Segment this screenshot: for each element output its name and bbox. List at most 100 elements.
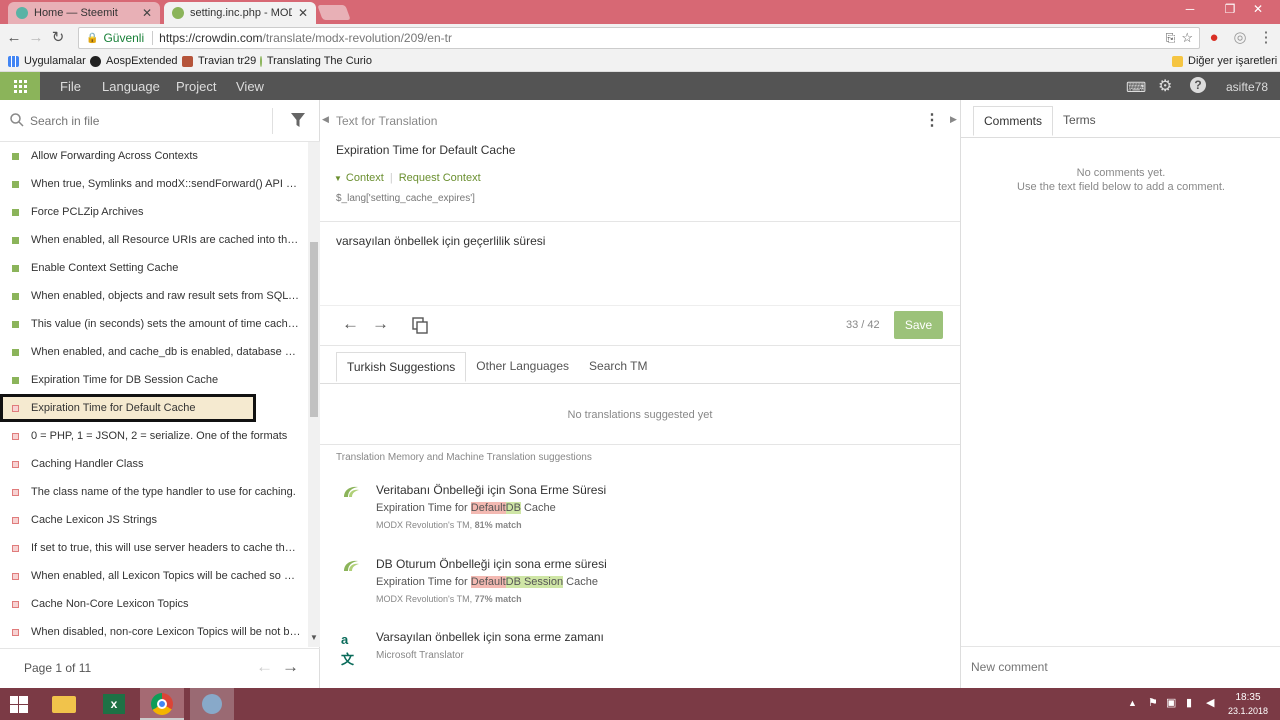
suggestion-origin: MODX Revolution's TM, 77% match <box>376 594 522 604</box>
comment-tabs: Comments Terms <box>973 106 1106 136</box>
request-context-link[interactable]: Request Context <box>399 172 481 184</box>
taskbar-chrome[interactable] <box>140 688 184 720</box>
menu-file[interactable]: File <box>60 79 81 94</box>
suggestion-tabs: Turkish Suggestions Other Languages Sear… <box>336 352 658 382</box>
tab-comments[interactable]: Comments <box>973 106 1054 136</box>
collapse-left-icon[interactable]: ◀ <box>322 114 329 125</box>
list-item[interactable]: 0 = PHP, 1 = JSON, 2 = serialize. One of… <box>0 422 306 450</box>
tab-terms[interactable]: Terms <box>1053 106 1106 136</box>
new-tab-button[interactable] <box>317 5 351 20</box>
list-item[interactable]: Caching Handler Class <box>0 450 306 478</box>
browser-tab-steemit[interactable]: Home — Steemit ✕ <box>8 2 160 24</box>
list-item[interactable]: Enable Context Setting Cache <box>0 254 306 282</box>
taskbar-excel[interactable]: x <box>92 688 136 720</box>
menu-icon[interactable]: ⋮ <box>1258 30 1274 46</box>
reload-icon[interactable]: ↻ <box>50 30 66 46</box>
extension-icon[interactable]: ● <box>1206 30 1222 46</box>
browser-tab-crowdin[interactable]: setting.inc.php - MODX ✕ <box>164 2 316 24</box>
save-button[interactable]: Save <box>894 311 943 339</box>
star-icon[interactable]: ☆ <box>1181 30 1193 46</box>
filter-icon[interactable] <box>290 112 306 128</box>
volume-icon[interactable]: ◀ <box>1206 696 1214 709</box>
list-item[interactable]: Cache Non-Core Lexicon Topics <box>0 590 306 618</box>
list-item[interactable]: This value (in seconds) sets the amount … <box>0 310 306 338</box>
translate-icon[interactable]: ⎘ <box>1166 31 1176 46</box>
list-item[interactable]: The class name of the type handler to us… <box>0 478 306 506</box>
bookmark-aospextended[interactable]: AospExtended <box>90 55 178 67</box>
list-item[interactable]: When enabled, and cache_db is enabled, d… <box>0 338 306 366</box>
network-icon[interactable]: ▮ <box>1186 696 1192 709</box>
list-item[interactable]: When enabled, objects and raw result set… <box>0 282 306 310</box>
new-comment-input[interactable] <box>971 656 1271 678</box>
help-icon[interactable]: ? <box>1190 77 1206 93</box>
list-item-text: When enabled, all Lexicon Topics will be… <box>31 570 301 582</box>
tray-device-icon[interactable]: ▣ <box>1166 696 1176 709</box>
list-item[interactable]: When enabled, all Resource URIs are cach… <box>0 226 306 254</box>
close-icon[interactable]: ✕ <box>142 6 152 20</box>
taskbar-explorer[interactable] <box>42 688 86 720</box>
context-toggle[interactable]: Context <box>346 172 384 184</box>
bookmark-travian[interactable]: Travian tr29 <box>182 55 256 67</box>
tray-up-arrow-icon[interactable]: ▲ <box>1128 698 1137 708</box>
collapse-right-icon[interactable]: ▶ <box>950 114 957 125</box>
more-options-icon[interactable]: ⋮ <box>924 110 940 130</box>
scrollbar-thumb[interactable] <box>310 242 318 417</box>
translated-status-icon <box>12 376 19 384</box>
list-item[interactable]: When enabled, all Lexicon Topics will be… <box>0 562 306 590</box>
translation-textarea[interactable]: varsayılan önbellek için geçerlilik süre… <box>334 230 948 300</box>
suggestion-text: Varsayılan önbellek için sona erme zaman… <box>376 630 604 644</box>
list-item[interactable]: Cache Lexicon JS Strings <box>0 506 306 534</box>
browser-title-bar: Home — Steemit ✕ setting.inc.php - MODX … <box>0 0 1280 24</box>
list-item[interactable]: When true, Symlinks and modX::sendForwar… <box>0 170 306 198</box>
untranslated-status-icon <box>12 628 19 636</box>
windows-start-icon[interactable] <box>10 696 28 713</box>
close-icon[interactable]: ✕ <box>298 6 308 20</box>
menu-view[interactable]: View <box>236 79 264 94</box>
tray-flag-icon[interactable]: ⚑ <box>1148 696 1158 709</box>
list-item-selected[interactable]: Expiration Time for Default Cache <box>0 394 256 422</box>
next-page-arrow-icon[interactable]: → <box>282 657 299 677</box>
taskbar-app[interactable] <box>190 688 234 720</box>
crowdin-icon <box>172 7 184 19</box>
next-string-arrow-icon[interactable]: → <box>372 314 389 334</box>
list-item[interactable]: Expiration Time for DB Session Cache <box>0 366 306 394</box>
menu-project[interactable]: Project <box>176 79 216 94</box>
bookmark-apps[interactable]: Uygulamalar <box>8 55 86 67</box>
list-item-text: The class name of the type handler to us… <box>31 486 296 498</box>
minimize-button[interactable]: ─ <box>1178 0 1202 20</box>
list-item[interactable]: When disabled, non-core Lexicon Topics w… <box>0 618 306 646</box>
tab-underline <box>320 383 960 384</box>
clock-time[interactable]: 18:35 <box>1230 692 1266 703</box>
tab-underline <box>961 137 1280 138</box>
bookmark-translating[interactable]: Translating The Curio <box>260 55 372 67</box>
tab-search-tm[interactable]: Search TM <box>579 352 657 382</box>
forward-arrow-icon[interactable]: → <box>28 30 44 46</box>
list-item[interactable]: Allow Forwarding Across Contexts <box>0 142 306 170</box>
list-item-text: Allow Forwarding Across Contexts <box>31 150 198 162</box>
list-item[interactable]: Force PCLZip Archives <box>0 198 306 226</box>
list-item[interactable]: If set to true, this will use server hea… <box>0 534 306 562</box>
list-item-text: Expiration Time for Default Cache <box>31 402 196 414</box>
added-word: DB <box>505 576 521 588</box>
apps-menu-button[interactable] <box>0 72 40 100</box>
menu-language[interactable]: Language <box>102 79 160 94</box>
bookmarks-bar: Uygulamalar AospExtended Travian tr29 Tr… <box>0 52 1280 72</box>
maximize-button[interactable]: ❐ <box>1218 0 1242 20</box>
window-close-button[interactable]: ✕ <box>1246 0 1270 20</box>
keyboard-icon[interactable]: ⌨ <box>1126 79 1146 96</box>
username[interactable]: asifte78 <box>1226 80 1268 94</box>
search-input[interactable] <box>30 111 260 131</box>
prev-string-arrow-icon[interactable]: ← <box>342 314 359 334</box>
clock-date[interactable]: 23.1.2018 <box>1226 706 1270 716</box>
extension-icon[interactable]: ◎ <box>1232 30 1248 46</box>
chrome-center <box>157 699 167 709</box>
tab-other-languages[interactable]: Other Languages <box>466 352 579 382</box>
address-bar[interactable]: 🔒 Güvenli https://crowdin.com/translate/… <box>78 27 1200 49</box>
gear-icon[interactable]: ⚙ <box>1158 76 1172 96</box>
scroll-down-icon[interactable]: ▼ <box>310 633 318 642</box>
bookmark-other[interactable]: Diğer yer işaretleri <box>1172 55 1277 67</box>
prev-page-arrow-icon[interactable]: ← <box>256 657 273 677</box>
copy-source-icon[interactable] <box>412 317 428 334</box>
back-arrow-icon[interactable]: ← <box>6 30 22 46</box>
tab-turkish-suggestions[interactable]: Turkish Suggestions <box>336 352 467 382</box>
